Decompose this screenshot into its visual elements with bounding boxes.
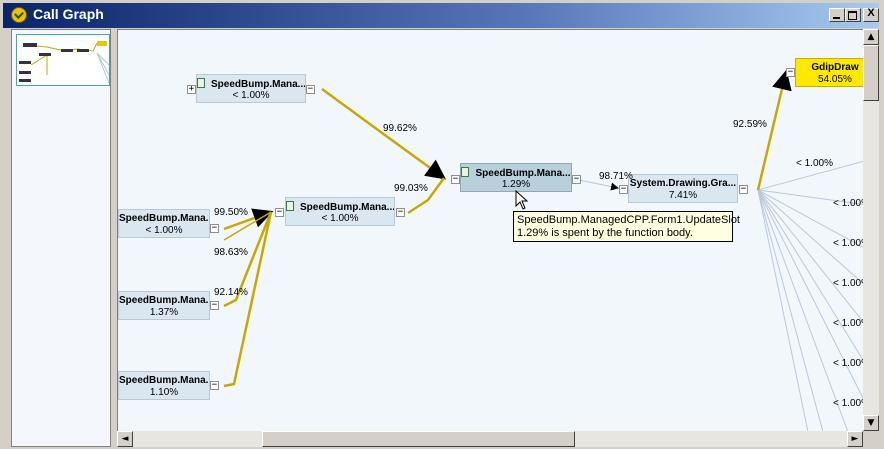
collapse-button[interactable]: − xyxy=(210,381,219,390)
edge-label: 99.03% xyxy=(394,183,428,194)
overview-thumbnail[interactable] xyxy=(16,34,110,86)
edge-left3-to-mid xyxy=(223,211,273,388)
node-tooltip: SpeedBump.ManagedCPP.Form1.UpdateSlot 1.… xyxy=(513,211,740,242)
edge-label: 92.59% xyxy=(733,119,767,130)
document-icon xyxy=(461,167,470,177)
collapse-button[interactable]: − xyxy=(619,185,628,194)
document-icon xyxy=(286,201,294,211)
horizontal-scroll-thumb[interactable] xyxy=(262,431,575,447)
collapse-button[interactable]: − xyxy=(306,85,315,94)
edge-label: < 1.00% xyxy=(833,238,864,249)
collapse-button[interactable]: − xyxy=(451,175,460,184)
title-bar[interactable]: Call Graph X xyxy=(3,3,879,28)
scroll-right-button[interactable]: ► xyxy=(847,431,863,447)
fan-edge xyxy=(757,189,824,432)
collapse-button[interactable]: − xyxy=(786,68,795,77)
node-speedbump-top[interactable]: SpeedBump.Mana... < 1.00% xyxy=(196,74,306,103)
overview-minimap xyxy=(19,41,109,84)
overview-pane xyxy=(11,29,111,447)
close-button[interactable]: X xyxy=(863,7,879,22)
collapse-button[interactable]: − xyxy=(396,208,405,217)
fan-edge xyxy=(757,189,809,432)
vertical-scroll-thumb[interactable] xyxy=(863,45,879,101)
edge-label: 99.62% xyxy=(383,123,417,134)
tooltip-description: 1.29% is spent by the function body. xyxy=(517,227,693,239)
maximize-button[interactable] xyxy=(845,8,861,22)
node-percent: 1.37% xyxy=(149,307,179,318)
edge-label: < 1.00% xyxy=(796,158,833,169)
mouse-cursor-icon xyxy=(515,190,529,210)
minimize-button[interactable] xyxy=(829,8,845,22)
edge-label: < 1.00% xyxy=(833,318,864,329)
collapse-button[interactable]: − xyxy=(275,208,284,217)
call-graph-app-icon xyxy=(11,7,27,23)
node-percent: 1.29% xyxy=(501,179,531,190)
vertical-scrollbar[interactable]: ▲ ▼ xyxy=(863,29,879,431)
window-title: Call Graph xyxy=(33,6,104,22)
node-gdipdraw[interactable]: GdipDraw 54.05% xyxy=(795,58,864,87)
graph-canvas[interactable]: SpeedBump.Mana... < 1.00% + − SpeedBump.… xyxy=(117,29,864,432)
collapse-button[interactable]: − xyxy=(210,301,219,310)
node-name: SpeedBump.Mana... xyxy=(300,202,394,213)
node-name: SpeedBump.Mana... xyxy=(119,295,209,306)
scroll-left-button[interactable]: ◄ xyxy=(117,431,133,447)
node-percent: < 1.00% xyxy=(232,90,270,101)
node-name: GdipDraw xyxy=(811,62,859,73)
node-percent: 7.41% xyxy=(668,190,698,201)
edge-system-to-gdip xyxy=(756,69,792,191)
collapse-button[interactable]: − xyxy=(210,224,219,233)
edge-label: < 1.00% xyxy=(833,198,864,209)
node-name: SpeedBump.Mana... xyxy=(119,213,209,224)
expand-button[interactable]: + xyxy=(187,85,196,94)
node-speedbump-middle[interactable]: SpeedBump.Mana... < 1.00% xyxy=(285,197,395,226)
scrollbar-corner xyxy=(863,431,879,447)
node-name: SpeedBump.Mana... xyxy=(119,375,209,386)
node-speedbump-left-3[interactable]: SpeedBump.Mana... 1.10% xyxy=(118,371,210,400)
fan-edge xyxy=(757,189,864,402)
close-icon: X xyxy=(867,7,875,19)
node-speedbump-left-2[interactable]: SpeedBump.Mana... 1.37% xyxy=(118,291,210,320)
scroll-down-button[interactable]: ▼ xyxy=(863,415,879,431)
scroll-up-button[interactable]: ▲ xyxy=(863,29,879,45)
node-percent: < 1.00% xyxy=(321,213,359,224)
node-speedbump-selected[interactable]: SpeedBump.Mana... 1.29% xyxy=(460,163,572,192)
edge-label: < 1.00% xyxy=(833,398,864,409)
tooltip-function-name: SpeedBump.ManagedCPP.Form1.UpdateSlot xyxy=(517,214,740,226)
node-speedbump-left-1[interactable]: SpeedBump.Mana... < 1.00% xyxy=(118,209,210,238)
edge-label: 98.63% xyxy=(214,247,248,258)
node-percent: 1.10% xyxy=(149,387,179,398)
edge-label: 92.14% xyxy=(214,287,248,298)
node-name: SpeedBump.Mana... xyxy=(475,168,571,179)
edge-label: 99.50% xyxy=(214,207,248,218)
fan-edge xyxy=(757,189,849,432)
edge-label: < 1.00% xyxy=(833,358,864,369)
node-system-drawing[interactable]: System.Drawing.Gra... 7.41% xyxy=(628,174,738,203)
node-name: System.Drawing.Gra... xyxy=(629,178,737,189)
collapse-button[interactable]: − xyxy=(572,175,581,184)
node-percent: 54.05% xyxy=(818,74,852,85)
call-graph-window: Call Graph X SpeedBump.Mana... < 1.00% +… xyxy=(0,0,884,449)
horizontal-scrollbar[interactable]: ◄ ► xyxy=(117,431,863,447)
node-percent: < 1.00% xyxy=(145,225,183,236)
edge-label: < 1.00% xyxy=(833,278,864,289)
node-name: SpeedBump.Mana... xyxy=(211,79,305,90)
edge-label: 98.71% xyxy=(599,171,633,182)
document-icon xyxy=(197,78,205,88)
collapse-button[interactable]: − xyxy=(739,185,748,194)
fan-edge xyxy=(757,189,864,324)
